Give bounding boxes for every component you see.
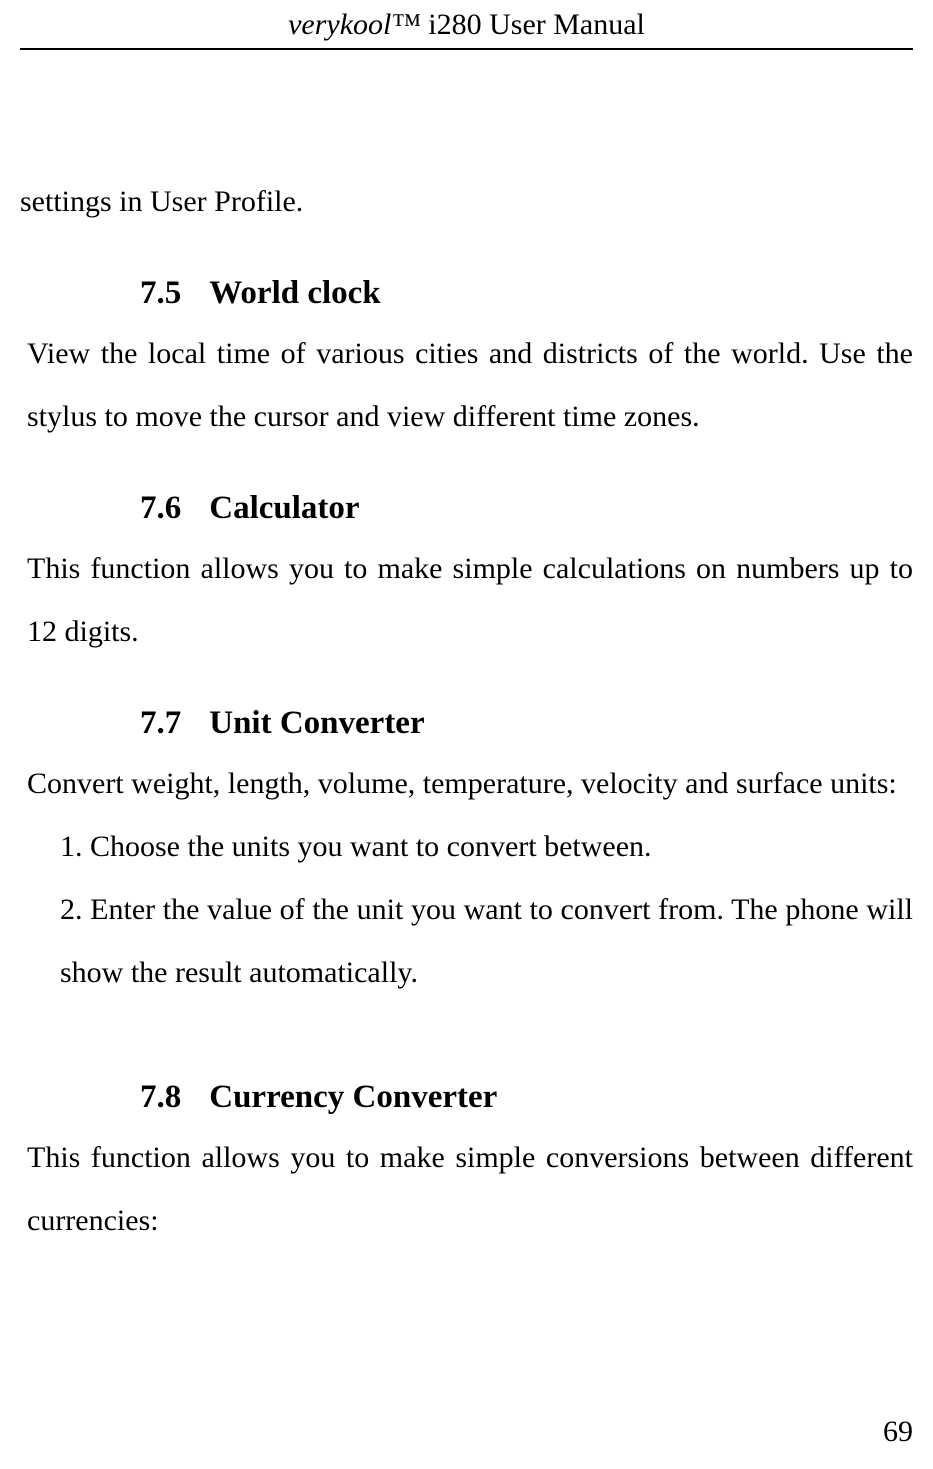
heading-world-clock: 7.5 World clock: [20, 275, 913, 312]
heading-calculator: 7.6 Calculator: [20, 490, 913, 527]
page-number: 69: [883, 1415, 913, 1449]
list-num: 1.: [60, 830, 83, 863]
body-world-clock: View the local time of various cities an…: [20, 322, 913, 448]
list-item: 1. Choose the units you want to convert …: [20, 815, 913, 878]
list-text: Enter the value of the unit you want to …: [60, 893, 913, 989]
list-text: Choose the units you want to convert bet…: [90, 830, 652, 863]
heading-title: Unit Converter: [209, 705, 424, 741]
intro-fragment: settings in User Profile.: [20, 170, 913, 233]
heading-title: Calculator: [209, 490, 359, 526]
heading-num: 7.6: [140, 490, 181, 527]
body-calculator: This function allows you to make simple …: [20, 537, 913, 663]
body-unit-converter: Convert weight, length, volume, temperat…: [20, 752, 913, 815]
heading-unit-converter: 7.7 Unit Converter: [20, 705, 913, 742]
header-brand-rest: i280 User Manual: [421, 8, 645, 41]
heading-num: 7.5: [140, 275, 181, 312]
heading-currency-converter: 7.8 Currency Converter: [20, 1079, 913, 1116]
heading-num: 7.7: [140, 705, 181, 742]
page-content: settings in User Profile. 7.5 World clock…: [20, 50, 913, 1252]
list-num: 2.: [60, 893, 83, 926]
heading-num: 7.8: [140, 1079, 181, 1116]
header-brand-italic: verykool™: [288, 8, 421, 41]
heading-title: Currency Converter: [209, 1079, 497, 1115]
list-item: 2. Enter the value of the unit you want …: [20, 878, 913, 1004]
body-currency-converter: This function allows you to make simple …: [20, 1126, 913, 1252]
heading-title: World clock: [209, 275, 380, 311]
page-header: verykool™ i280 User Manual: [20, 0, 913, 50]
